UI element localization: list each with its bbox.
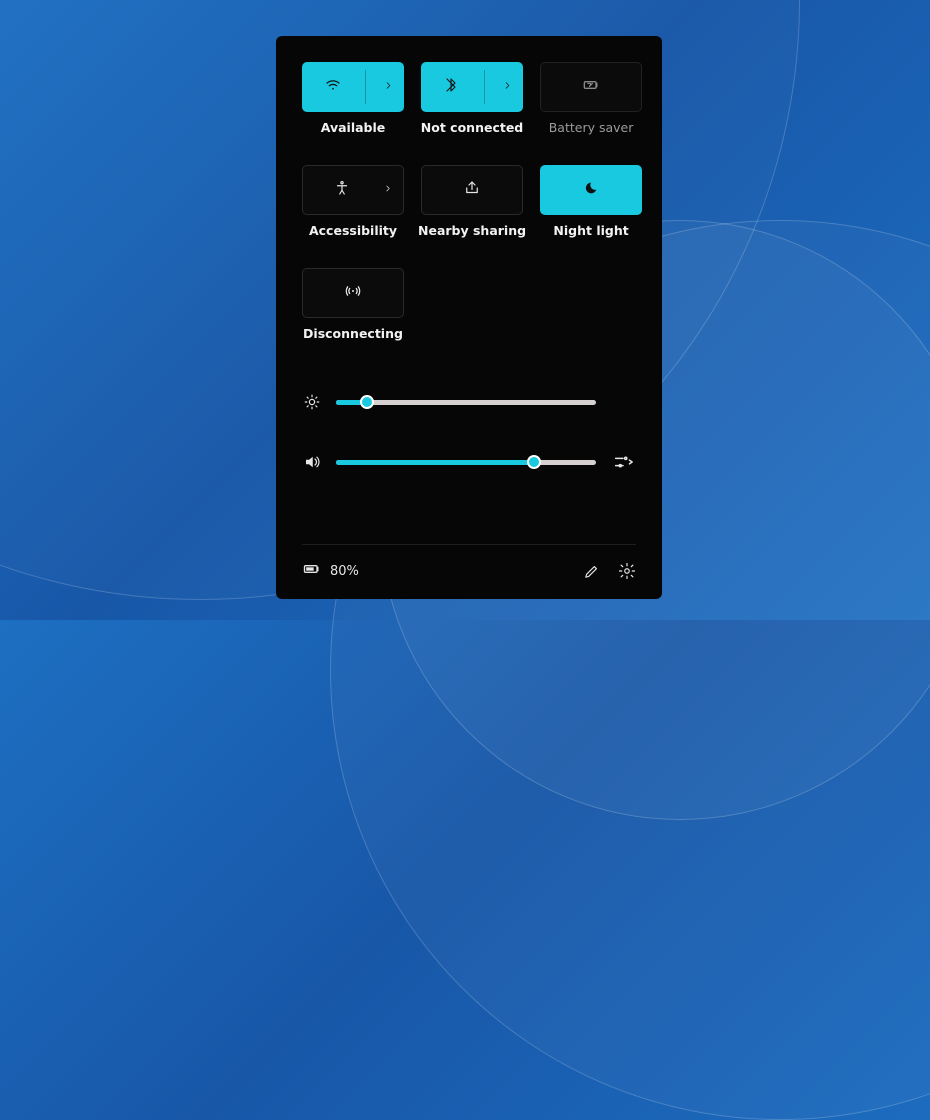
night-light-tile[interactable] [540, 165, 642, 215]
brightness-icon [302, 393, 322, 411]
quick-settings-grid: Available Not connected Battery [302, 62, 636, 341]
battery-saver-tile-label: Battery saver [549, 120, 634, 135]
settings-button[interactable] [618, 562, 636, 580]
nearby-sharing-tile[interactable] [421, 165, 523, 215]
wifi-icon [324, 76, 342, 99]
audio-output-button[interactable] [610, 451, 636, 473]
bluetooth-tile-label: Not connected [421, 120, 523, 135]
battery-status[interactable]: 80% [302, 559, 359, 583]
bluetooth-tile[interactable] [421, 62, 523, 112]
battery-saver-icon [581, 75, 601, 100]
accessibility-tile-label: Accessibility [309, 223, 397, 238]
sliders-section [302, 393, 636, 473]
mobile-hotspot-tile[interactable] [302, 268, 404, 318]
quick-settings-panel: Available Not connected Battery [276, 36, 662, 599]
wifi-tile-label: Available [321, 120, 386, 135]
accessibility-icon [333, 179, 351, 202]
mobile-hotspot-tile-label: Disconnecting [303, 326, 403, 341]
night-light-tile-label: Night light [553, 223, 628, 238]
volume-icon [302, 453, 322, 471]
chevron-right-icon[interactable] [383, 80, 394, 94]
chevron-right-icon[interactable] [383, 184, 393, 197]
brightness-slider[interactable] [336, 400, 596, 405]
hotspot-icon [343, 281, 363, 306]
wifi-tile[interactable] [302, 62, 404, 112]
nearby-sharing-tile-label: Nearby sharing [418, 223, 526, 238]
moon-icon [583, 180, 599, 201]
battery-icon [302, 559, 322, 583]
share-icon [463, 179, 481, 202]
volume-slider[interactable] [336, 460, 596, 465]
edit-button[interactable] [583, 563, 600, 580]
battery-saver-tile[interactable] [540, 62, 642, 112]
brightness-slider-row [302, 393, 636, 411]
volume-slider-row [302, 451, 636, 473]
battery-percent-label: 80% [330, 564, 359, 579]
accessibility-tile[interactable] [302, 165, 404, 215]
bluetooth-icon [443, 77, 459, 98]
chevron-right-icon[interactable] [502, 80, 513, 94]
panel-footer: 80% [302, 544, 636, 583]
